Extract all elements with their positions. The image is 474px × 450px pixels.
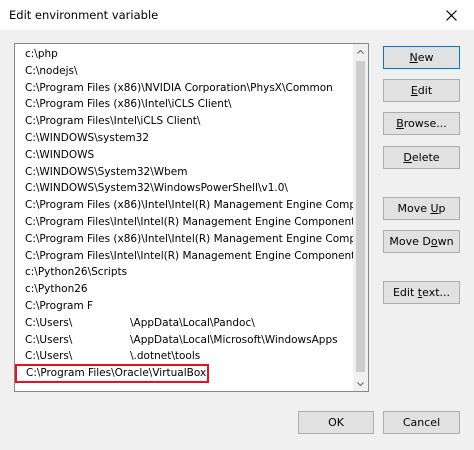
list-item[interactable]: c:\Python26 bbox=[15, 281, 355, 298]
list-item-path: C:\WINDOWS\System32\Wbem bbox=[25, 165, 188, 178]
list-item[interactable]: C:\Program Files\Intel\Intel(R) Manageme… bbox=[15, 214, 355, 231]
list-item-path: C:\Program Files (x86)\Intel\iCLS Client… bbox=[25, 98, 232, 111]
list-item-path: C:\Program Files (x86)\Intel\Intel(R) Ma… bbox=[25, 199, 355, 212]
list-item-path: C:\Users\ bbox=[25, 333, 73, 346]
list-item[interactable]: c:\php bbox=[15, 46, 355, 63]
list-item-path-suffix: \AppData\Local\Microsoft\WindowsApps bbox=[130, 333, 338, 346]
scroll-down-button[interactable] bbox=[353, 376, 368, 391]
list-item[interactable]: C:\Program Files (x86)\NVIDIA Corporatio… bbox=[15, 80, 355, 97]
delete-button[interactable]: Delete bbox=[383, 146, 460, 169]
list-item-path: C:\WINDOWS\System32\WindowsPowerShell\v1… bbox=[25, 182, 288, 195]
browse-button[interactable]: Browse... bbox=[383, 112, 460, 135]
list-item-path: c:\Python26\Scripts bbox=[25, 266, 128, 279]
list-item-path: C:\WINDOWS bbox=[25, 148, 95, 161]
browse-button-accesskey: B bbox=[396, 117, 404, 130]
move-down-button[interactable]: Move Down bbox=[383, 230, 460, 253]
scroll-up-button[interactable] bbox=[353, 44, 368, 59]
list-item[interactable]: C:\nodejs\ bbox=[15, 63, 355, 80]
list-item[interactable]: C:\Users\ \AppData\Local\Microsoft\Window… bbox=[15, 332, 355, 349]
move-up-button[interactable]: Move Up bbox=[383, 197, 460, 220]
list-item-path: C:\nodejs\ bbox=[25, 64, 78, 77]
vertical-scrollbar[interactable] bbox=[353, 44, 368, 391]
close-icon bbox=[445, 9, 457, 21]
list-item[interactable]: C:\Program Files (x86)\Intel\iCLS Client… bbox=[15, 96, 355, 113]
list-item[interactable]: C:\Program Files (x86)\Intel\Intel(R) Ma… bbox=[15, 231, 355, 248]
list-item[interactable]: C:\Program Files (x86)\Intel\Intel(R) Ma… bbox=[15, 197, 355, 214]
list-item-path: C:\Program Files (x86)\NVIDIA Corporatio… bbox=[25, 81, 333, 94]
close-button[interactable] bbox=[428, 0, 474, 30]
edit-button-accesskey: E bbox=[410, 84, 418, 97]
move-up-button-label-post: p bbox=[438, 202, 446, 215]
move-down-button-accesskey: o bbox=[430, 235, 438, 248]
chevron-up-icon bbox=[357, 49, 364, 54]
move-down-button-label-post: wn bbox=[437, 235, 454, 248]
dialog-body: c:\php C:\nodejs\ C:\Program Files (x86)\N… bbox=[0, 30, 474, 450]
new-button-label-post: ew bbox=[417, 51, 434, 64]
edit-text-button-label-pre: Edit bbox=[392, 286, 418, 299]
list-item-path-suffix: \AppData\Local\Pandoc\ bbox=[130, 316, 255, 329]
list-item-path: C:\Users\ bbox=[25, 350, 73, 363]
move-up-button-accesskey: U bbox=[430, 202, 439, 215]
edit-button-label-post: dit bbox=[417, 84, 433, 97]
ok-button[interactable]: OK bbox=[298, 411, 374, 434]
list-item-path: C:\WINDOWS\system32 bbox=[25, 131, 149, 144]
list-item[interactable]: C:\Users\ \AppData\Local\Pandoc\ bbox=[15, 315, 355, 332]
list-item[interactable]: C:\Users\ \.dotnet\tools bbox=[15, 348, 355, 365]
browse-button-label-post: rowse... bbox=[403, 117, 447, 130]
scroll-thumb[interactable] bbox=[356, 61, 365, 372]
list-item-path: C:\Program Files\Intel\iCLS Client\ bbox=[25, 115, 201, 128]
list-item[interactable]: C:\WINDOWS\System32\Wbem bbox=[15, 164, 355, 181]
path-list: c:\php C:\nodejs\ C:\Program Files (x86)\N… bbox=[15, 46, 355, 383]
path-listbox[interactable]: c:\php C:\nodejs\ C:\Program Files (x86)\N… bbox=[14, 43, 369, 392]
list-item-path: C:\Program Files\Intel\Intel(R) Manageme… bbox=[25, 249, 355, 262]
delete-button-accesskey: D bbox=[403, 151, 412, 164]
list-item[interactable]: c:\Python26\Scripts bbox=[15, 264, 355, 281]
new-button[interactable]: New bbox=[383, 46, 460, 69]
list-item[interactable]: C:\WINDOWS\system32 bbox=[15, 130, 355, 147]
new-button-accesskey: N bbox=[409, 51, 418, 64]
move-down-button-label-pre: Move D bbox=[389, 235, 431, 248]
list-item[interactable]: C:\WINDOWS bbox=[15, 147, 355, 164]
edit-button[interactable]: Edit bbox=[383, 79, 460, 102]
list-item[interactable]: C:\Program F bbox=[15, 298, 355, 315]
list-item-selected[interactable]: C:\Program Files\Oracle\VirtualBox bbox=[15, 364, 209, 383]
list-item-path-suffix: \.dotnet\tools bbox=[130, 350, 201, 363]
cancel-button[interactable]: Cancel bbox=[383, 411, 460, 434]
list-item[interactable]: C:\Program Files\Intel\iCLS Client\ bbox=[15, 113, 355, 130]
window-title: Edit environment variable bbox=[9, 8, 159, 22]
list-item[interactable]: C:\Program Files\Intel\Intel(R) Manageme… bbox=[15, 248, 355, 265]
edit-text-button-label-post: ext... bbox=[422, 286, 451, 299]
list-item-path: C:\Program Files\Oracle\VirtualBox bbox=[26, 367, 207, 380]
list-item[interactable]: C:\WINDOWS\System32\WindowsPowerShell\v1… bbox=[15, 180, 355, 197]
list-item-path: C:\Program Files (x86)\Intel\Intel(R) Ma… bbox=[25, 232, 355, 245]
list-item-path: c:\php bbox=[25, 48, 58, 60]
delete-button-label-post: elete bbox=[411, 151, 440, 164]
chevron-down-icon bbox=[357, 381, 364, 386]
move-up-button-label-pre: Move bbox=[397, 202, 431, 215]
edit-text-button[interactable]: Edit text... bbox=[383, 281, 460, 304]
list-item-path: C:\Program Files\Intel\Intel(R) Manageme… bbox=[25, 215, 355, 228]
title-bar: Edit environment variable bbox=[0, 0, 474, 30]
list-item-path: c:\Python26 bbox=[25, 283, 88, 296]
list-item-path: C:\Program F bbox=[25, 299, 94, 312]
list-item-path: C:\Users\ bbox=[25, 316, 73, 329]
